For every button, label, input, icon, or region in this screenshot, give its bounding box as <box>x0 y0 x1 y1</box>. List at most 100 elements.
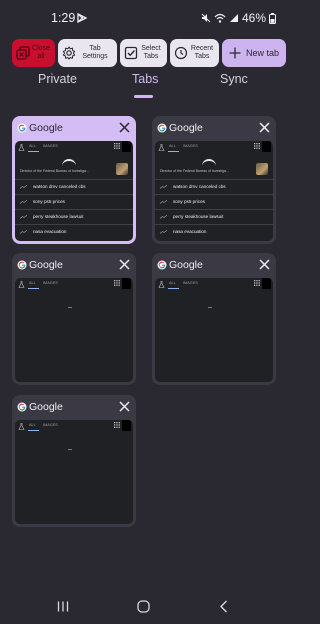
tab-title: Google <box>169 259 203 271</box>
trending-text: nasa evacuation <box>173 229 207 234</box>
hero-thumbnail <box>116 163 128 175</box>
tab-preview: ALL IMAGES Director of the Federal Burea… <box>155 141 273 241</box>
profile-avatar <box>262 141 271 152</box>
tab-card[interactable]: Google ALL IMAGES <box>12 116 136 244</box>
gear-icon <box>62 46 76 60</box>
recent-apps-icon[interactable] <box>57 601 69 612</box>
trending-text: sony ps5 prices <box>173 199 205 204</box>
play-store-icon <box>77 13 87 23</box>
search-tab-images: IMAGES <box>183 281 198 285</box>
page-placeholder <box>68 307 72 308</box>
hero-caption: Director of the Federal Bureau of Invest… <box>20 169 89 173</box>
trending-text: watson dmv canceled cbs <box>173 184 226 189</box>
battery-percent: 46% <box>241 11 266 25</box>
signal-icon <box>229 14 238 22</box>
search-tab-all: ALL <box>29 144 36 148</box>
trending-icon <box>20 230 27 234</box>
tab-toolbar: Close all Tab Settings Select Tabs Recen… <box>12 39 286 67</box>
recent-tabs-button[interactable]: Recent Tabs <box>170 39 219 67</box>
labs-flask-icon <box>158 281 165 288</box>
close-tab-icon[interactable] <box>118 258 131 271</box>
google-favicon-icon <box>157 123 167 133</box>
back-icon[interactable] <box>219 600 228 613</box>
profile-avatar <box>122 278 131 289</box>
search-tabs-bar: ALL IMAGES <box>155 278 273 290</box>
tab-sync[interactable]: Sync <box>220 72 248 86</box>
close-tab-icon[interactable] <box>258 258 271 271</box>
select-tabs-button[interactable]: Select Tabs <box>120 39 167 67</box>
system-nav-bar <box>0 590 288 624</box>
close-tab-icon[interactable] <box>118 400 131 413</box>
trending-icon <box>160 185 167 189</box>
trending-item: nasa evacuation <box>15 224 133 239</box>
trending-list: watson dmv canceled cbs sony ps5 prices … <box>15 179 133 239</box>
hero-graphic <box>62 159 76 166</box>
search-tab-indicator <box>168 288 179 289</box>
apps-grid-icon <box>114 422 120 428</box>
labs-flask-icon <box>158 144 165 151</box>
search-tabs-bar: ALL IMAGES <box>155 141 273 153</box>
search-tab-indicator <box>28 151 39 152</box>
labs-flask-icon <box>18 144 25 151</box>
close-all-icon <box>16 46 30 60</box>
page-placeholder <box>68 449 72 450</box>
clock-icon <box>174 46 188 60</box>
trending-item: nasa evacuation <box>155 224 273 239</box>
close-tab-icon[interactable] <box>118 121 131 134</box>
tab-settings-button[interactable]: Tab Settings <box>58 39 117 67</box>
mute-icon <box>201 13 211 23</box>
trending-icon <box>160 200 167 204</box>
status-indicators: 46% <box>201 11 276 25</box>
trending-text: nasa evacuation <box>33 229 67 234</box>
tab-type-nav: Private Tabs Sync <box>0 72 288 100</box>
trending-icon <box>20 185 27 189</box>
tab-title: Google <box>29 259 63 271</box>
search-tabs-bar: ALL IMAGES <box>15 420 133 432</box>
trending-item: sony ps5 prices <box>155 194 273 209</box>
checkbox-icon <box>124 46 138 60</box>
labs-flask-icon <box>18 281 25 288</box>
close-all-button[interactable]: Close all <box>12 39 55 67</box>
tab-card[interactable]: Google ALL IMAGES <box>152 253 276 385</box>
trending-icon <box>20 200 27 204</box>
recent-tabs-label: Recent Tabs <box>190 45 214 60</box>
tab-preview: ALL IMAGES <box>15 278 133 382</box>
google-favicon-icon <box>17 260 27 270</box>
trending-list: watson dmv canceled cbs sony ps5 prices … <box>155 179 273 239</box>
trending-icon <box>20 215 27 219</box>
new-tab-button[interactable]: New tab <box>222 39 286 67</box>
tab-title: Google <box>29 401 63 413</box>
labs-flask-icon <box>18 423 25 430</box>
close-tab-icon[interactable] <box>258 121 271 134</box>
trending-item: watson dmv canceled cbs <box>155 179 273 194</box>
active-tab-indicator <box>134 95 153 98</box>
page-placeholder <box>208 307 212 308</box>
google-favicon-icon <box>17 402 27 412</box>
tab-title: Google <box>29 122 63 134</box>
tab-preview: ALL IMAGES <box>15 420 133 524</box>
tab-card[interactable]: Google ALL IMAGES <box>152 116 276 244</box>
apps-grid-icon <box>254 280 260 286</box>
home-icon[interactable] <box>137 600 150 613</box>
search-tab-all: ALL <box>169 281 176 285</box>
tab-settings-label: Tab Settings <box>82 45 108 60</box>
tab-tabs[interactable]: Tabs <box>132 72 158 86</box>
trending-item: perry steakhouse lawsuit <box>15 209 133 224</box>
search-tab-all: ALL <box>29 423 36 427</box>
tab-card-header: Google <box>152 116 276 141</box>
google-favicon-icon <box>17 123 27 133</box>
tab-card[interactable]: Google ALL IMAGES <box>12 395 136 527</box>
tab-title: Google <box>169 122 203 134</box>
new-tab-label: New tab <box>245 48 280 58</box>
search-tab-all: ALL <box>29 281 36 285</box>
trending-item: sony ps5 prices <box>15 194 133 209</box>
trending-icon <box>160 230 167 234</box>
search-tab-indicator <box>28 288 39 289</box>
trending-item: watson dmv canceled cbs <box>15 179 133 194</box>
tab-private[interactable]: Private <box>38 72 77 86</box>
tab-card[interactable]: Google ALL IMAGES <box>12 253 136 385</box>
search-tabs-bar: ALL IMAGES <box>15 278 133 290</box>
hero-thumbnail <box>256 163 268 175</box>
google-favicon-icon <box>157 260 167 270</box>
wifi-icon <box>214 13 226 23</box>
